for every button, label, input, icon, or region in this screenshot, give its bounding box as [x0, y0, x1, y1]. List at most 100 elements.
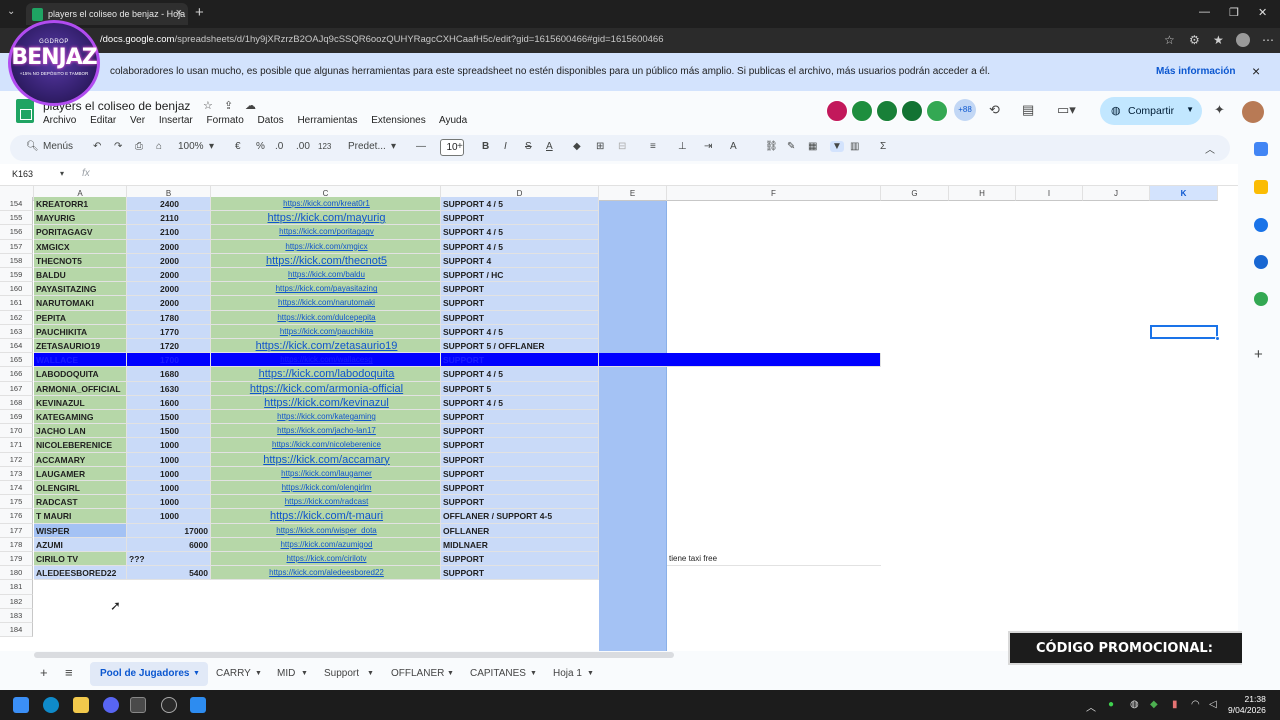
mmr-cell[interactable]: 1630 [127, 381, 211, 396]
kick-link-cell[interactable]: https://kick.com/kreat0r1 [211, 197, 441, 212]
mmr-cell[interactable]: 2110 [127, 211, 211, 226]
italic-icon[interactable]: I [504, 141, 507, 152]
mmr-cell[interactable]: 1500 [127, 424, 211, 439]
more-collaborators-badge[interactable]: +88 [954, 99, 976, 121]
collaborator-avatar[interactable] [901, 100, 923, 122]
player-name-cell[interactable]: KEVINAZUL [34, 395, 127, 410]
bookmark-star-icon[interactable]: ☆ [1164, 33, 1175, 47]
insert-link-icon[interactable]: ⛓ [765, 141, 778, 152]
mmr-cell[interactable]: 2400 [127, 197, 211, 212]
mmr-cell[interactable]: 2000 [127, 268, 211, 283]
vertical-align-icon[interactable]: ⊥ [678, 141, 687, 152]
mmr-cell[interactable]: 17000 [127, 523, 211, 538]
sheets-logo-icon[interactable] [16, 99, 34, 123]
number-format-button[interactable]: 123 [318, 142, 331, 151]
wifi-icon[interactable]: ◠ [1191, 699, 1200, 710]
row-header[interactable]: 154 [0, 197, 33, 212]
chevron-down-icon[interactable]: ▼ [367, 670, 374, 677]
fill-color-icon[interactable]: ◆ [573, 141, 581, 152]
horizontal-scrollbar[interactable] [34, 652, 674, 658]
mmr-cell[interactable]: 1780 [127, 310, 211, 325]
file-explorer-icon[interactable] [73, 697, 89, 713]
undo-icon[interactable]: ↶ [93, 141, 101, 152]
move-folder-icon[interactable]: ⇪ [224, 99, 233, 112]
row-header[interactable]: 181 [0, 580, 33, 595]
menu-ver[interactable]: Ver [130, 115, 145, 126]
selected-cell-k163[interactable] [1150, 324, 1218, 339]
font-select[interactable]: Predet... [348, 141, 386, 152]
tray-chevron-icon[interactable]: ︿ [1086, 699, 1096, 714]
row-header[interactable]: 159 [0, 268, 33, 283]
row-header[interactable]: 166 [0, 367, 33, 382]
player-name-cell[interactable]: LAUGAMER [34, 466, 127, 481]
player-name-cell[interactable]: NARUTOMAKI [34, 296, 127, 311]
collaborator-avatar[interactable] [851, 100, 873, 122]
tab-hoja-1[interactable]: Hoja 1 [553, 668, 582, 679]
chevron-down-icon[interactable]: ▾ [60, 169, 64, 178]
player-name-cell[interactable]: XMGICX [34, 239, 127, 254]
kick-link-cell[interactable]: https://kick.com/thecnot5 [211, 253, 441, 268]
collapse-toolbar-icon[interactable]: ︿ [1205, 141, 1215, 156]
extension-icon[interactable]: ⚙ [1189, 33, 1200, 47]
cloud-status-icon[interactable]: ☁ [245, 99, 256, 112]
redo-icon[interactable]: ↷ [114, 141, 122, 152]
row-header[interactable]: 168 [0, 395, 33, 410]
discord-icon[interactable] [103, 697, 119, 713]
row-header[interactable]: 160 [0, 282, 33, 297]
minimize-icon[interactable]: — [1199, 6, 1210, 18]
column-header-h[interactable]: H [949, 186, 1016, 201]
player-name-cell[interactable]: KREATORR1 [34, 197, 127, 212]
collaborator-avatar[interactable] [876, 100, 898, 122]
kick-link-cell[interactable]: https://kick.com/poritagagv [211, 225, 441, 240]
role-cell[interactable]: SUPPORT [441, 452, 599, 467]
role-cell[interactable]: OFFLANER / SUPPORT 4-5 [441, 509, 599, 524]
insert-chart-icon[interactable]: ▦ [808, 141, 817, 152]
favorites-icon[interactable]: ★ [1213, 33, 1224, 47]
merge-cells-icon[interactable]: ⊟ [618, 141, 626, 152]
player-name-cell[interactable]: RADCAST [34, 495, 127, 510]
chevron-down-icon[interactable]: ▾ [209, 141, 214, 152]
collaborator-avatar[interactable] [826, 100, 848, 122]
kick-link-cell[interactable]: https://kick.com/kategaming [211, 410, 441, 425]
fill-handle[interactable] [1215, 336, 1220, 341]
menu-datos[interactable]: Datos [258, 115, 284, 126]
more-info-link[interactable]: Más información [1156, 66, 1235, 77]
text-rotation-icon[interactable]: A [730, 141, 737, 152]
player-name-cell[interactable]: ALEDEESBORED22 [34, 566, 127, 581]
chevron-down-icon[interactable]: ▼ [1186, 105, 1194, 114]
percent-format-button[interactable]: % [256, 141, 265, 152]
row-header[interactable]: 156 [0, 225, 33, 240]
kick-link-cell[interactable]: https://kick.com/nicoleberenice [211, 438, 441, 453]
tab-mid[interactable]: MID [277, 668, 295, 679]
row-header[interactable]: 158 [0, 253, 33, 268]
functions-icon[interactable]: Σ [880, 141, 886, 152]
row-header[interactable]: 167 [0, 381, 33, 396]
windows-start-icon[interactable] [13, 697, 29, 713]
player-name-cell[interactable]: PAUCHIKITA [34, 324, 127, 339]
row-header[interactable]: 171 [0, 438, 33, 453]
row-header[interactable]: 165 [0, 353, 33, 368]
kick-link-cell[interactable]: https://kick.com/kevinazul [211, 395, 441, 410]
role-cell[interactable]: SUPPORT [441, 424, 599, 439]
add-sheet-button[interactable]: + [40, 665, 48, 680]
mmr-cell[interactable]: 1600 [127, 395, 211, 410]
column-header-g[interactable]: G [881, 186, 949, 201]
player-name-cell[interactable]: AZUMI [34, 537, 127, 552]
tab-carry[interactable]: CARRY [216, 668, 251, 679]
share-button[interactable]: ◍ Compartir ▼ [1100, 97, 1202, 125]
role-cell[interactable]: SUPPORT 4 / 5 [441, 367, 599, 382]
role-cell[interactable]: SUPPORT 5 [441, 381, 599, 396]
row-header[interactable]: 169 [0, 410, 33, 425]
name-box[interactable]: K163 [12, 169, 33, 179]
role-cell[interactable]: SUPPORT [441, 566, 599, 581]
row-header[interactable]: 174 [0, 481, 33, 496]
chevron-down-icon[interactable]: ▼ [255, 670, 262, 677]
row-header[interactable]: 179 [0, 552, 33, 567]
role-cell[interactable]: SUPPORT [441, 211, 599, 226]
kick-link-cell[interactable]: https://kick.com/azumigod [211, 537, 441, 552]
kick-link-cell[interactable]: https://kick.com/aledeesbored22 [211, 566, 441, 581]
role-cell[interactable]: SUPPORT 4 / 5 [441, 395, 599, 410]
player-name-cell[interactable]: MAYURIG [34, 211, 127, 226]
role-cell[interactable]: OFLLANER [441, 523, 599, 538]
row-header[interactable]: 157 [0, 239, 33, 254]
